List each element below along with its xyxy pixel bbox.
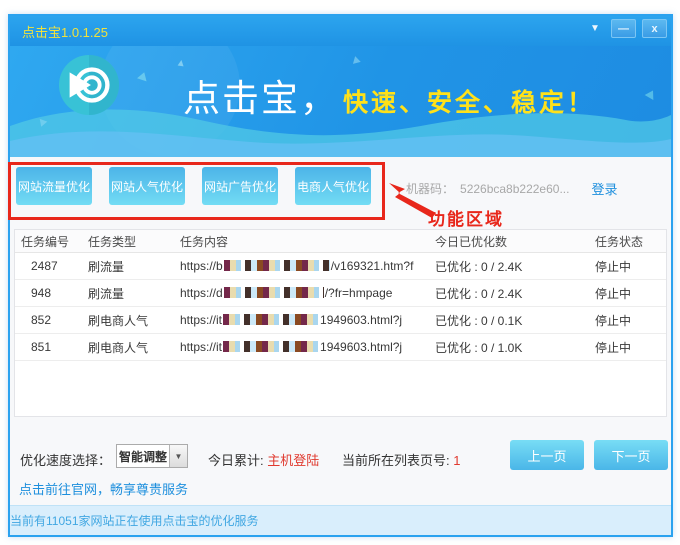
speed-select-value: 智能调整 bbox=[118, 449, 167, 464]
feature-button-ecommerce[interactable]: 电商人气优化 bbox=[295, 167, 371, 205]
login-link[interactable]: 登录 bbox=[591, 179, 617, 198]
cell-optimized-count: 已优化 : 0 / 2.4K bbox=[435, 286, 523, 301]
url-prefix: https://d bbox=[180, 286, 223, 300]
status-count: 11051 bbox=[46, 513, 79, 528]
cell-task-url: https://d /?fr=hmpage bbox=[180, 286, 435, 300]
menu-dropdown-icon[interactable]: ▼ bbox=[585, 23, 605, 34]
app-title: 点击宝1.0.1.25 bbox=[22, 24, 108, 40]
cell-task-url: https://b/v169321.htm?f bbox=[180, 259, 435, 273]
speed-select-dropdown[interactable]: 智能调整 ▼ bbox=[116, 444, 188, 468]
next-page-button[interactable]: 下一页 bbox=[594, 440, 668, 470]
prev-page-button[interactable]: 上一页 bbox=[510, 440, 584, 470]
today-total-group: 今日累计: 主机登陆 bbox=[208, 450, 319, 469]
url-redaction-mosaic bbox=[223, 341, 320, 352]
cell-task-id: 948 bbox=[31, 286, 52, 300]
feature-button-traffic[interactable]: 网站流量优化 bbox=[16, 167, 92, 205]
url-suffix: /?fr=hmpage bbox=[324, 286, 393, 300]
col-header-task-content: 任务内容 bbox=[180, 234, 229, 249]
cell-optimized-count: 已优化 : 0 / 2.4K bbox=[435, 259, 523, 274]
col-header-task-type: 任务类型 bbox=[88, 234, 137, 249]
banner: 点击宝， 快速、安全、稳定！ bbox=[10, 46, 671, 157]
close-button[interactable]: x bbox=[642, 19, 667, 38]
col-header-optimized-today: 今日已优化数 bbox=[435, 234, 508, 249]
url-redaction-mosaic bbox=[223, 260, 330, 271]
cell-task-status: 停止中 bbox=[595, 286, 632, 301]
cell-task-url: https://it 1949603.html?j bbox=[180, 340, 435, 354]
cell-task-type: 刷电商人气 bbox=[88, 313, 149, 328]
chevron-down-icon: ▼ bbox=[169, 445, 187, 467]
window-controls: ▼ — x bbox=[585, 19, 667, 38]
app-window: 点击宝1.0.1.25 ▼ — x 点击宝， 快速、安全、稳定！ 网站流量优化 … bbox=[8, 14, 673, 537]
task-table: 任务编号 任务类型 任务内容 今日已优化数 任务状态 2487 刷流量 http… bbox=[14, 229, 667, 417]
main-content: 网站流量优化 网站人气优化 网站广告优化 电商人气优化 机器码： 5226bca… bbox=[8, 157, 671, 505]
cell-task-status: 停止中 bbox=[595, 340, 632, 355]
table-row[interactable]: 852 刷电商人气 https://it 1949603.html?j 已优化 :… bbox=[15, 307, 666, 334]
table-body: 2487 刷流量 https://b/v169321.htm?f 已优化 : 0… bbox=[15, 253, 666, 361]
today-total-label: 今日累计: bbox=[208, 453, 264, 468]
cell-task-id: 852 bbox=[31, 313, 52, 327]
official-site-link[interactable]: 点击前往官网，畅享尊贵服务 bbox=[19, 479, 188, 498]
status-prefix: 当前有 bbox=[10, 514, 47, 528]
feature-button-ads[interactable]: 网站广告优化 bbox=[202, 167, 278, 205]
today-total-value: 主机登陆 bbox=[267, 453, 320, 468]
page-number-group: 当前所在列表页号: 1 bbox=[342, 450, 460, 469]
status-suffix: 家网站正在使用点击宝的优化服务 bbox=[78, 514, 259, 528]
title-bar: 点击宝1.0.1.25 ▼ — x bbox=[10, 16, 671, 46]
cell-task-url: https://it 1949603.html?j bbox=[180, 313, 435, 327]
url-suffix: /v169321.htm?f bbox=[330, 259, 414, 273]
status-bar: 当前有 11051 家网站正在使用点击宝的优化服务 bbox=[10, 505, 671, 535]
cell-task-status: 停止中 bbox=[595, 313, 632, 328]
cell-task-type: 刷流量 bbox=[88, 286, 125, 301]
cell-task-type: 刷电商人气 bbox=[88, 340, 149, 355]
cell-task-type: 刷流量 bbox=[88, 259, 125, 274]
annotation-label: 功能区域 bbox=[428, 210, 504, 229]
feature-button-popularity[interactable]: 网站人气优化 bbox=[109, 167, 185, 205]
url-prefix: https://it bbox=[180, 340, 223, 354]
url-suffix: 1949603.html?j bbox=[320, 340, 403, 354]
cell-task-id: 2487 bbox=[31, 259, 58, 273]
brand-slogan: 快速、安全、稳定！ bbox=[343, 89, 596, 117]
cell-task-id: 851 bbox=[31, 340, 52, 354]
table-row[interactable]: 948 刷流量 https://d /?fr=hmpage 已优化 : 0 / 2… bbox=[15, 280, 666, 307]
page-number-label: 当前所在列表页号: bbox=[342, 453, 450, 468]
brand-name: 点击宝， bbox=[183, 78, 339, 119]
url-redaction-mosaic bbox=[223, 287, 324, 298]
deco-triangle bbox=[177, 59, 185, 67]
url-prefix: https://b bbox=[180, 259, 223, 273]
app-logo-icon bbox=[58, 54, 120, 116]
table-header: 任务编号 任务类型 任务内容 今日已优化数 任务状态 bbox=[15, 230, 666, 253]
table-row[interactable]: 851 刷电商人气 https://it 1949603.html?j 已优化 :… bbox=[15, 334, 666, 361]
cell-optimized-count: 已优化 : 0 / 1.0K bbox=[435, 340, 523, 355]
banner-text: 点击宝， 快速、安全、稳定！ bbox=[183, 68, 595, 122]
page-number-value: 1 bbox=[453, 453, 461, 468]
table-row[interactable]: 2487 刷流量 https://b/v169321.htm?f 已优化 : 0… bbox=[15, 253, 666, 280]
machine-code-value: 5226bca8b222e60... bbox=[460, 181, 570, 196]
url-prefix: https://it bbox=[180, 313, 223, 327]
speed-select-label: 优化速度选择： bbox=[20, 453, 112, 468]
cell-optimized-count: 已优化 : 0 / 0.1K bbox=[435, 313, 523, 328]
cell-task-status: 停止中 bbox=[595, 259, 632, 274]
col-header-task-id: 任务编号 bbox=[21, 234, 70, 249]
col-header-task-status: 任务状态 bbox=[595, 234, 644, 249]
url-suffix: 1949603.html?j bbox=[320, 313, 403, 327]
url-redaction-mosaic bbox=[223, 314, 320, 325]
minimize-button[interactable]: — bbox=[611, 19, 636, 38]
